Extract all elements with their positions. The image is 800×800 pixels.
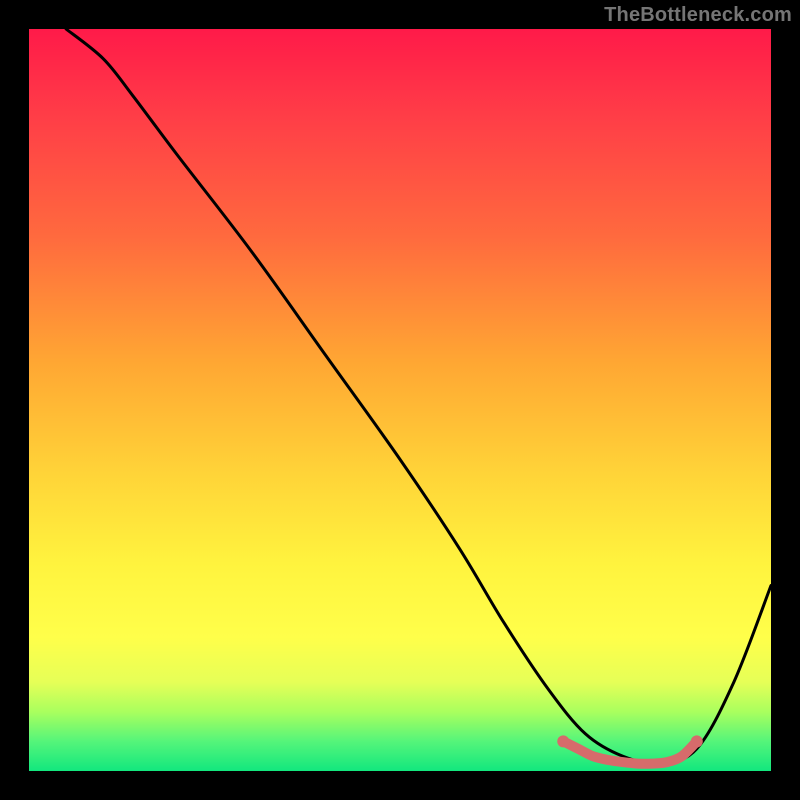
attribution-text: TheBottleneck.com (604, 4, 792, 27)
curve-layer (29, 29, 771, 771)
optimum-endpoint (691, 735, 703, 747)
chart-container: TheBottleneck.com (0, 0, 800, 800)
optimum-endpoint (557, 735, 569, 747)
plot-area (29, 29, 771, 771)
bottleneck-curve (66, 29, 771, 764)
optimum-band (563, 741, 697, 763)
